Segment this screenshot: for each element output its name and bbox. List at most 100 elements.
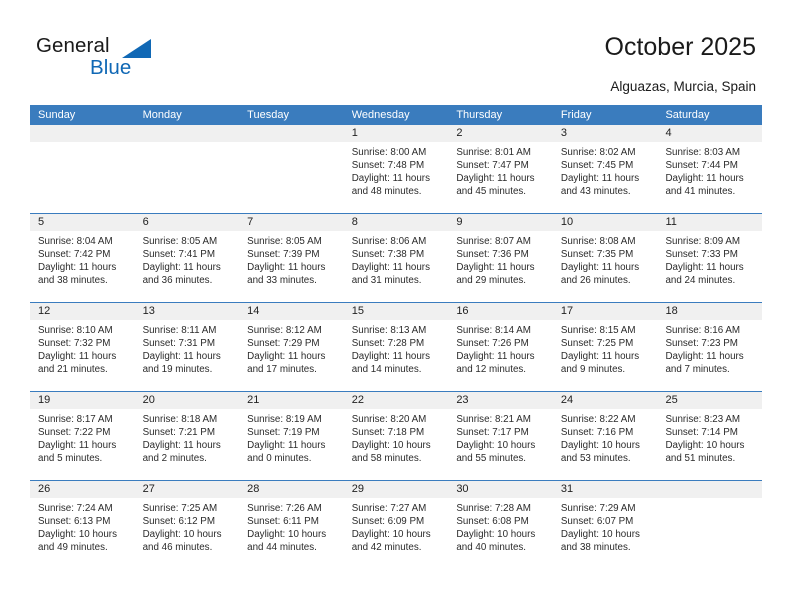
date-number-strip: 5 6 7 8 9 10 11: [30, 214, 762, 231]
day-cell[interactable]: Sunrise: 8:00 AM Sunset: 7:48 PM Daylight:…: [344, 142, 449, 213]
daylight-text-line1: Daylight: 10 hours: [456, 440, 536, 452]
day-cell[interactable]: Sunrise: 8:13 AM Sunset: 7:28 PM Daylight:…: [344, 320, 449, 391]
sunrise-text: Sunrise: 8:09 AM: [665, 236, 741, 247]
daylight-text-line2: and 36 minutes.: [142, 275, 213, 287]
day-cell[interactable]: Sunrise: 7:28 AM Sunset: 6:08 PM Daylight:…: [448, 498, 553, 569]
day-number[interactable]: 18: [657, 303, 762, 320]
day-cell[interactable]: Sunrise: 8:06 AM Sunset: 7:38 PM Daylight:…: [344, 231, 449, 302]
day-number[interactable]: 29: [344, 481, 449, 498]
day-number[interactable]: 24: [553, 392, 658, 409]
day-number[interactable]: 27: [135, 481, 240, 498]
day-number[interactable]: 23: [448, 392, 553, 409]
day-cell[interactable]: Sunrise: 8:21 AM Sunset: 7:17 PM Daylight:…: [448, 409, 553, 480]
day-number[interactable]: 31: [553, 481, 658, 498]
day-number[interactable]: 11: [657, 214, 762, 231]
sunset-text: Sunset: 6:13 PM: [38, 516, 111, 528]
day-number[interactable]: 13: [135, 303, 240, 320]
daylight-text-line2: and 41 minutes.: [665, 186, 736, 198]
day-cell[interactable]: Sunrise: 8:03 AM Sunset: 7:44 PM Daylight:…: [657, 142, 762, 213]
day-cell[interactable]: Sunrise: 7:27 AM Sunset: 6:09 PM Daylight:…: [344, 498, 449, 569]
general-blue-logo[interactable]: General Blue: [36, 34, 166, 86]
sunrise-text: Sunrise: 8:07 AM: [456, 236, 531, 247]
day-cell[interactable]: Sunrise: 8:04 AM Sunset: 7:42 PM Daylight:…: [30, 231, 135, 302]
sunset-text: Sunset: 7:21 PM: [142, 427, 216, 439]
day-cell[interactable]: Sunrise: 8:11 AM Sunset: 7:31 PM Daylight:…: [135, 320, 240, 391]
calendar-week-row: 5 6 7 8 9 10 11 Sunrise: 8:04 AM Sunset: 7:42 PM…: [30, 213, 762, 302]
sunset-text: Sunset: 7:41 PM: [142, 249, 216, 261]
daylight-text-line1: Daylight: 11 hours: [247, 351, 326, 363]
daylight-text-line1: Daylight: 11 hours: [142, 440, 221, 452]
daylight-text-line2: and 2 minutes.: [142, 453, 207, 465]
day-cell[interactable]: Sunrise: 8:02 AM Sunset: 7:45 PM Daylight:…: [553, 142, 658, 213]
day-cell[interactable]: Sunrise: 7:26 AM Sunset: 6:11 PM Daylight:…: [239, 498, 344, 569]
day-cell[interactable]: Sunrise: 8:08 AM Sunset: 7:35 PM Daylight:…: [553, 231, 658, 302]
day-number[interactable]: 12: [30, 303, 135, 320]
day-number[interactable]: 1: [344, 125, 449, 142]
sunrise-text: Sunrise: 8:00 AM: [351, 147, 427, 158]
day-number[interactable]: 30: [448, 481, 553, 498]
day-cell[interactable]: Sunrise: 8:22 AM Sunset: 7:16 PM Daylight:…: [553, 409, 658, 480]
day-cell[interactable]: Sunrise: 7:25 AM Sunset: 6:12 PM Daylight:…: [135, 498, 240, 569]
day-number[interactable]: 22: [344, 392, 449, 409]
logo-text-blue: Blue: [90, 56, 132, 79]
day-number[interactable]: 10: [553, 214, 658, 231]
day-number[interactable]: 19: [30, 392, 135, 409]
sunrise-text: Sunrise: 8:18 AM: [142, 414, 218, 425]
sunset-text: Sunset: 7:48 PM: [351, 160, 425, 172]
day-cell[interactable]: Sunrise: 8:14 AM Sunset: 7:26 PM Daylight:…: [448, 320, 553, 391]
day-number[interactable]: 14: [239, 303, 344, 320]
sunset-text: Sunset: 7:39 PM: [247, 249, 320, 261]
day-number[interactable]: 26: [30, 481, 135, 498]
day-number[interactable]: 20: [135, 392, 240, 409]
day-cell[interactable]: Sunrise: 8:07 AM Sunset: 7:36 PM Daylight:…: [448, 231, 553, 302]
day-number[interactable]: 2: [448, 125, 553, 142]
day-cell[interactable]: Sunrise: 8:23 AM Sunset: 7:14 PM Daylight:…: [657, 409, 762, 480]
day-number[interactable]: 3: [553, 125, 658, 142]
day-number[interactable]: 8: [344, 214, 449, 231]
day-number[interactable]: 7: [239, 214, 344, 231]
day-number[interactable]: 16: [448, 303, 553, 320]
day-cell[interactable]: Sunrise: 7:24 AM Sunset: 6:13 PM Daylight:…: [30, 498, 135, 569]
day-number[interactable]: 15: [344, 303, 449, 320]
day-number[interactable]: 6: [135, 214, 240, 231]
sunset-text: Sunset: 7:33 PM: [665, 249, 738, 261]
sunrise-text: Sunrise: 8:12 AM: [247, 325, 322, 336]
daylight-text-line1: Daylight: 11 hours: [560, 262, 640, 274]
logo-text-general: General: [36, 34, 110, 57]
sunset-text: Sunset: 7:44 PM: [665, 160, 738, 172]
day-cell[interactable]: Sunrise: 8:17 AM Sunset: 7:22 PM Daylight:…: [30, 409, 135, 480]
day-number[interactable]: 4: [657, 125, 762, 142]
daylight-text-line1: Daylight: 11 hours: [456, 173, 535, 185]
sunrise-text: Sunrise: 8:19 AM: [247, 414, 322, 425]
day-cell[interactable]: Sunrise: 8:20 AM Sunset: 7:18 PM Daylight:…: [344, 409, 449, 480]
day-cell-empty: [135, 142, 240, 213]
day-number[interactable]: 25: [657, 392, 762, 409]
daylight-text-line2: and 58 minutes.: [351, 453, 422, 465]
daylight-text-line1: Daylight: 11 hours: [142, 351, 221, 363]
daylight-text-line1: Daylight: 10 hours: [142, 529, 222, 541]
daylight-text-line2: and 43 minutes.: [560, 186, 631, 198]
sunrise-text: Sunrise: 8:22 AM: [560, 414, 636, 425]
weekday-header-saturday: Saturday: [665, 109, 710, 121]
day-cell[interactable]: Sunrise: 8:18 AM Sunset: 7:21 PM Daylight:…: [135, 409, 240, 480]
day-cell[interactable]: Sunrise: 7:29 AM Sunset: 6:07 PM Daylight:…: [553, 498, 658, 569]
day-number[interactable]: 5: [30, 214, 135, 231]
day-cell[interactable]: Sunrise: 8:05 AM Sunset: 7:41 PM Daylight:…: [135, 231, 240, 302]
daylight-text-line2: and 33 minutes.: [247, 275, 317, 287]
day-number[interactable]: 17: [553, 303, 658, 320]
day-number[interactable]: 9: [448, 214, 553, 231]
day-cell[interactable]: Sunrise: 8:01 AM Sunset: 7:47 PM Daylight:…: [448, 142, 553, 213]
daylight-text-line2: and 51 minutes.: [665, 453, 736, 465]
day-cell[interactable]: Sunrise: 8:12 AM Sunset: 7:29 PM Daylight:…: [239, 320, 344, 391]
daylight-text-line2: and 55 minutes.: [456, 453, 527, 465]
day-cell[interactable]: Sunrise: 8:19 AM Sunset: 7:19 PM Daylight:…: [239, 409, 344, 480]
day-cell[interactable]: Sunrise: 8:09 AM Sunset: 7:33 PM Daylight:…: [657, 231, 762, 302]
day-cell[interactable]: Sunrise: 8:16 AM Sunset: 7:23 PM Daylight:…: [657, 320, 762, 391]
day-cell[interactable]: Sunrise: 8:10 AM Sunset: 7:32 PM Daylight:…: [30, 320, 135, 391]
sunset-text: Sunset: 6:07 PM: [560, 516, 634, 528]
day-cell[interactable]: Sunrise: 8:15 AM Sunset: 7:25 PM Daylight:…: [553, 320, 658, 391]
day-number[interactable]: 28: [239, 481, 344, 498]
day-number[interactable]: 21: [239, 392, 344, 409]
day-cell[interactable]: Sunrise: 8:05 AM Sunset: 7:39 PM Daylight:…: [239, 231, 344, 302]
sunset-text: Sunset: 7:22 PM: [38, 427, 111, 439]
